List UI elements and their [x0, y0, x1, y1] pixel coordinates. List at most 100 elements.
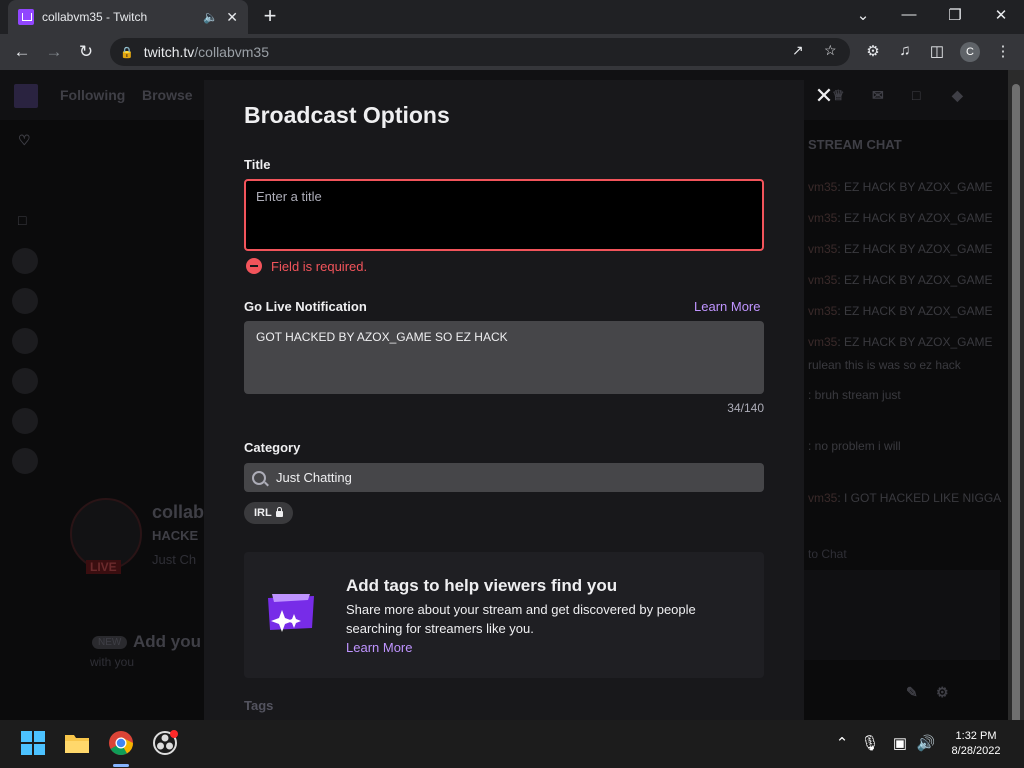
chat-username[interactable]: vm35 [808, 242, 837, 256]
minimize-button[interactable]: — [894, 6, 924, 23]
emote-grid[interactable] [800, 570, 1000, 660]
chrome-icon[interactable] [108, 730, 134, 756]
with-you-text: with you [90, 655, 135, 669]
promo-learn-more-link[interactable]: Learn More [346, 640, 412, 655]
chat-text: : I GOT HACKED LIKE NIGGA [837, 491, 1002, 505]
close-window-button[interactable]: ✕ [986, 6, 1016, 24]
restore-button[interactable]: ❐ [940, 6, 970, 24]
inbox-icon[interactable]: ✉ [872, 87, 884, 104]
chat-username[interactable]: vm35 [808, 304, 837, 318]
tags-promo-card: Add tags to help viewers find you Share … [244, 552, 764, 678]
lock-icon [275, 507, 283, 517]
chat-text: rulean this is was so ez hack [808, 358, 961, 372]
stream-chat-header: STREAM CHAT [808, 137, 902, 152]
category-value: Just Chatting [276, 470, 352, 485]
system-clock[interactable]: 1:32 PM 8/28/2022 [944, 729, 1008, 759]
broadcast-options-modal: Broadcast Options Title Field is require… [204, 80, 804, 720]
address-bar[interactable]: 🔒 twitch.tv/collabvm35 ↗ ☆ [110, 38, 850, 66]
chat-message: vm35: EZ HACK BY AZOX_GAME [808, 242, 993, 256]
chevron-up-icon[interactable]: ⌃ [832, 734, 852, 752]
search-icon [252, 470, 266, 485]
reload-icon[interactable]: ↻ [74, 40, 98, 64]
back-arrow-icon[interactable]: ← [10, 40, 34, 64]
windows-start-icon[interactable] [20, 730, 46, 756]
tag-sparkle-icon [268, 594, 314, 632]
tab-close-icon[interactable]: ✕ [226, 9, 238, 26]
obs-icon[interactable] [152, 730, 178, 756]
speaker-icon[interactable]: 🔈 [203, 10, 218, 24]
settings-gear-icon[interactable]: ⚙ [936, 684, 949, 701]
pencil-icon[interactable]: ✎ [906, 684, 918, 701]
clock-date: 8/28/2022 [951, 745, 1001, 757]
microphone-icon[interactable]: 🎙 [860, 734, 880, 752]
chat-username[interactable]: vm35 [808, 335, 837, 349]
twitch-favicon-icon [18, 9, 34, 25]
category-search-input[interactable]: Just Chatting [244, 463, 764, 492]
sidebar-channel-avatar[interactable] [12, 328, 38, 354]
notification-learn-more-link[interactable]: Learn More [694, 299, 760, 314]
chat-username[interactable]: vm35 [808, 491, 837, 505]
bits-icon[interactable]: ◆ [952, 87, 963, 104]
new-badge: NEW [92, 636, 128, 649]
lock-icon[interactable]: 🔒 [120, 46, 134, 59]
chat-text: : EZ HACK BY AZOX_GAME [837, 180, 993, 194]
video-camera-icon[interactable]: □ [18, 212, 26, 228]
whisper-icon[interactable]: □ [912, 87, 920, 103]
forward-arrow-icon[interactable]: → [42, 40, 66, 64]
clock-time: 1:32 PM [955, 730, 997, 742]
chat-message: vm35: EZ HACK BY AZOX_GAME [808, 335, 993, 349]
page-scrollbar[interactable] [1008, 70, 1024, 730]
kebab-menu-icon[interactable]: ⋮ [992, 42, 1014, 60]
extensions-puzzle-icon[interactable]: ⚙ [862, 42, 884, 60]
notification-input[interactable]: GOT HACKED BY AZOX_GAME SO EZ HACK [244, 321, 764, 394]
profile-avatar[interactable]: C [960, 42, 980, 62]
share-icon[interactable]: ↗ [792, 42, 804, 59]
title-error: Field is required. [246, 258, 367, 274]
media-control-icon[interactable]: ♫ [894, 42, 916, 59]
chat-text: : EZ HACK BY AZOX_GAME [837, 335, 993, 349]
sidebar-channel-avatar[interactable] [12, 408, 38, 434]
sidebar-channel-avatar[interactable] [12, 248, 38, 274]
url-path: /collabvm35 [194, 44, 269, 60]
promo-body: Share more about your stream and get dis… [346, 600, 736, 657]
chat-message: vm35: EZ HACK BY AZOX_GAME [808, 304, 993, 318]
notification-label: Go Live Notification [244, 299, 367, 314]
nav-following[interactable]: Following [60, 87, 125, 103]
new-tab-button[interactable]: + [258, 4, 282, 28]
volume-icon[interactable]: 🔊 [916, 734, 936, 752]
twitch-logo-icon[interactable] [14, 84, 38, 108]
sidebar-channel-avatar[interactable] [12, 288, 38, 314]
chat-message: : no problem i will [808, 439, 901, 453]
notification-char-counter: 34/140 [727, 401, 764, 415]
chat-message: vm35: EZ HACK BY AZOX_GAME [808, 180, 993, 194]
modal-title: Broadcast Options [244, 102, 450, 128]
error-icon [246, 258, 262, 274]
chat-username[interactable]: vm35 [808, 211, 837, 225]
bookmark-star-icon[interactable]: ☆ [824, 42, 837, 59]
chat-username[interactable]: vm35 [808, 273, 837, 287]
channel-name[interactable]: collab [152, 502, 204, 523]
browser-tab[interactable]: collabvm35 - Twitch 🔈 ✕ [8, 0, 248, 34]
sidebar-channel-avatar[interactable] [12, 448, 38, 474]
network-icon[interactable]: ▣ [890, 734, 910, 752]
sidebar-channel-avatar[interactable] [12, 368, 38, 394]
modal-close-icon[interactable]: ✕ [812, 84, 836, 108]
nav-browse[interactable]: Browse [142, 87, 193, 103]
file-explorer-icon[interactable] [64, 730, 90, 756]
promo-description: Share more about your stream and get dis… [346, 602, 696, 636]
chat-username[interactable]: vm35 [808, 180, 837, 194]
side-panel-icon[interactable]: ◫ [926, 42, 948, 60]
add-promo-text: Add you [133, 632, 201, 651]
scrollbar-thumb[interactable] [1012, 84, 1020, 730]
send-message-hint: to Chat [808, 547, 847, 561]
browser-tab-bar: collabvm35 - Twitch 🔈 ✕ + ⌄ — ❐ ✕ [0, 0, 1024, 34]
title-input[interactable] [244, 179, 764, 251]
title-error-text: Field is required. [271, 258, 368, 274]
stream-title: HACKE [152, 528, 199, 543]
windows-taskbar: ⌃ 🎙 ▣ 🔊 1:32 PM 8/28/2022 [0, 720, 1024, 768]
heart-icon[interactable]: ♡ [18, 132, 31, 149]
chat-text: : no problem i will [808, 439, 901, 453]
chat-text: : EZ HACK BY AZOX_GAME [837, 242, 993, 256]
tab-search-icon[interactable]: ⌄ [848, 6, 878, 24]
stream-category[interactable]: Just Ch [152, 552, 196, 567]
